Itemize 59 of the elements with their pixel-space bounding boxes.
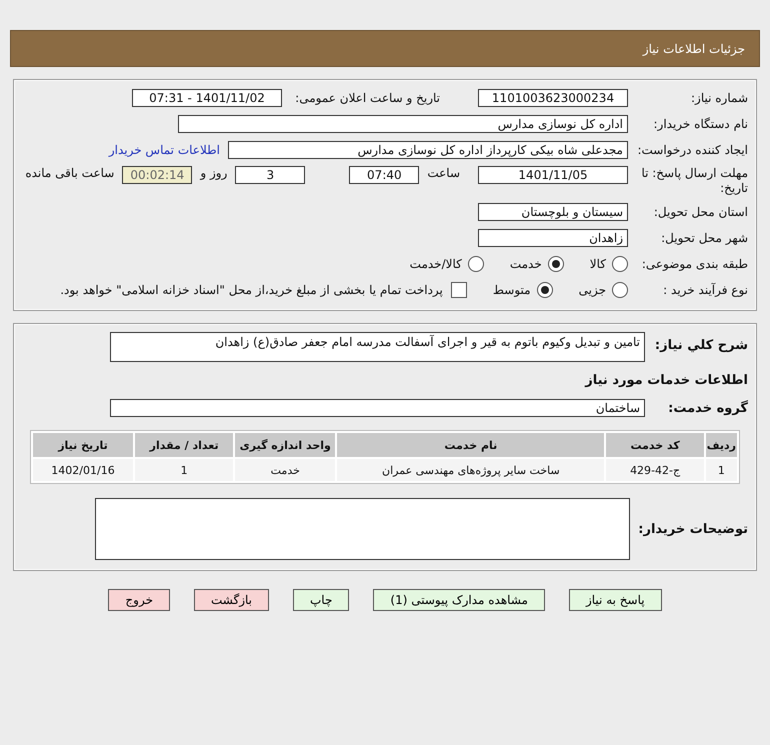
field-label: مهلت ارسال پاسخ: تا تاریخ: [640, 166, 748, 196]
radio-label: خدمت [510, 257, 542, 271]
field-label: استان محل تحویل: [652, 205, 748, 219]
field-label: نوع فرآیند خرید : [662, 283, 748, 297]
radio-button[interactable] [468, 256, 484, 272]
radio-button[interactable] [612, 256, 628, 272]
page-title: جزئیات اطلاعات نیاز [10, 30, 760, 67]
table-cell: 1 [706, 459, 737, 481]
radio-button[interactable] [612, 282, 628, 298]
column-header: ردیف [706, 433, 737, 457]
days-field: 3 [235, 166, 306, 184]
requester-field: مجدعلی شاه بیکی کارپرداز اداره کل نوسازی مدارس [228, 141, 628, 159]
description-box: تامین و تبدیل وکیوم باتوم به قیر و اجرای آسفالت مدرسه امام جعفر صادق(ع) زاهدان [110, 332, 645, 362]
field-label: توضیحات خریدار: [638, 522, 748, 536]
field-label: تاریخ و ساعت اعلان عمومی: [294, 91, 440, 105]
column-header: واحد اندازه گیری [235, 433, 336, 457]
table-cell: 1 [135, 459, 234, 481]
action-button[interactable]: خروج [108, 589, 170, 611]
action-button[interactable]: مشاهده مدارک پیوستی (1) [373, 589, 545, 611]
province-field: سیستان و بلوچستان [478, 203, 628, 221]
field-label: شماره نیاز: [690, 91, 748, 105]
radio-label: کالا [590, 257, 606, 271]
deadline-date-field: 1401/11/05 [478, 166, 628, 184]
radio-button[interactable] [536, 282, 553, 298]
field-label: روز و [200, 166, 228, 180]
field-label: ساعت باقی مانده [25, 166, 114, 180]
buyer-contact-link[interactable]: اطلاعات تماس خریدار [108, 143, 220, 157]
column-header: تاریخ نیاز [33, 433, 134, 457]
table-cell: خدمت [235, 459, 336, 481]
column-header: نام خدمت [337, 433, 604, 457]
column-header: کد خدمت [606, 433, 704, 457]
radio-label: کالا/خدمت [410, 257, 462, 271]
field-label: شهر محل تحویل: [660, 231, 748, 245]
table-cell: 1402/01/16 [33, 459, 134, 481]
field-label: ایجاد کننده درخواست: [636, 143, 748, 157]
announce-date-field: 1401/11/02 - 07:31 [132, 89, 282, 107]
action-button[interactable]: پاسخ به نیاز [568, 589, 662, 611]
city-field: زاهدان [478, 229, 628, 247]
checkbox-label: پرداخت تمام یا بخشی از مبلغ خرید،از محل "اسناد خزانه اسلامی" خواهد بود. [60, 283, 443, 297]
table-cell: ساخت سایر پروژه‌های مهندسی عمران [337, 459, 604, 481]
radio-label: متوسط [492, 283, 531, 297]
remaining-time-field: 00:02:14 [122, 166, 192, 184]
need-number-field: 1101003623000234 [478, 89, 628, 107]
column-header: تعداد / مقدار [135, 433, 234, 457]
checkbox[interactable] [450, 282, 467, 298]
section-title: اطلاعات خدمات مورد نیاز [585, 372, 748, 388]
field-label: شرح کلي نياز: [654, 338, 748, 353]
field-label: گروه خدمت: [667, 400, 748, 416]
radio-label: جزیی [578, 283, 606, 297]
field-label: ساعت [427, 166, 460, 180]
field-label: نام دستگاه خریدار: [652, 117, 748, 131]
radio-button[interactable] [548, 256, 564, 272]
service-group-field: ساختمان [110, 399, 645, 417]
table-cell: ج-42-429 [606, 459, 704, 481]
action-button[interactable]: چاپ [293, 589, 350, 611]
field-label: طبقه بندی موضوعی: [640, 257, 748, 271]
action-button[interactable]: بازگشت [194, 589, 269, 611]
buyer-org-field: اداره کل نوسازی مدارس [178, 115, 628, 133]
deadline-time-field: 07:40 [349, 166, 420, 184]
